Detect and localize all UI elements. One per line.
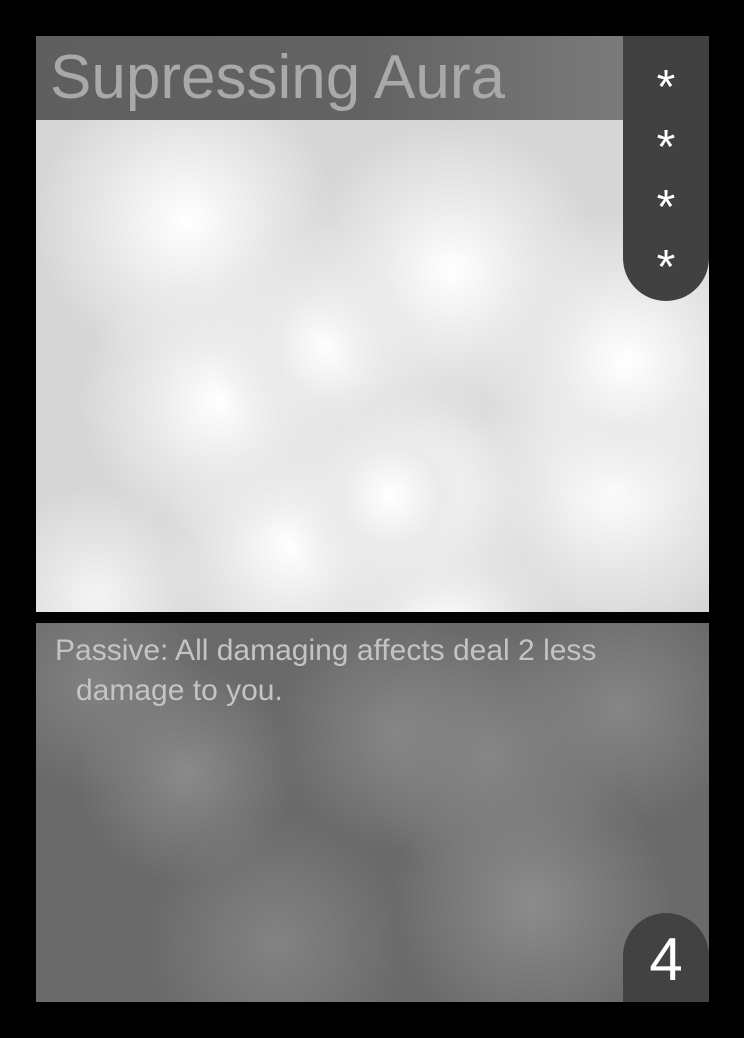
card-title: Supressing Aura — [50, 43, 505, 112]
star-icon: * — [656, 241, 676, 294]
rules-text: Passive: All damaging affects deal 2 les… — [55, 634, 597, 707]
number-tab: 4 — [623, 913, 709, 1002]
cost-tab: * * * * — [623, 36, 709, 301]
title-bar: Supressing Aura — [36, 36, 624, 120]
game-card[interactable]: Supressing Aura * * * * Passive: All dam… — [0, 0, 744, 1038]
star-icon: * — [656, 61, 676, 114]
rules-panel: Passive: All damaging affects deal 2 les… — [36, 623, 709, 1002]
star-icon: * — [656, 181, 676, 234]
star-icon: * — [656, 121, 676, 174]
card-art — [36, 36, 709, 612]
card-number: 4 — [649, 926, 683, 993]
